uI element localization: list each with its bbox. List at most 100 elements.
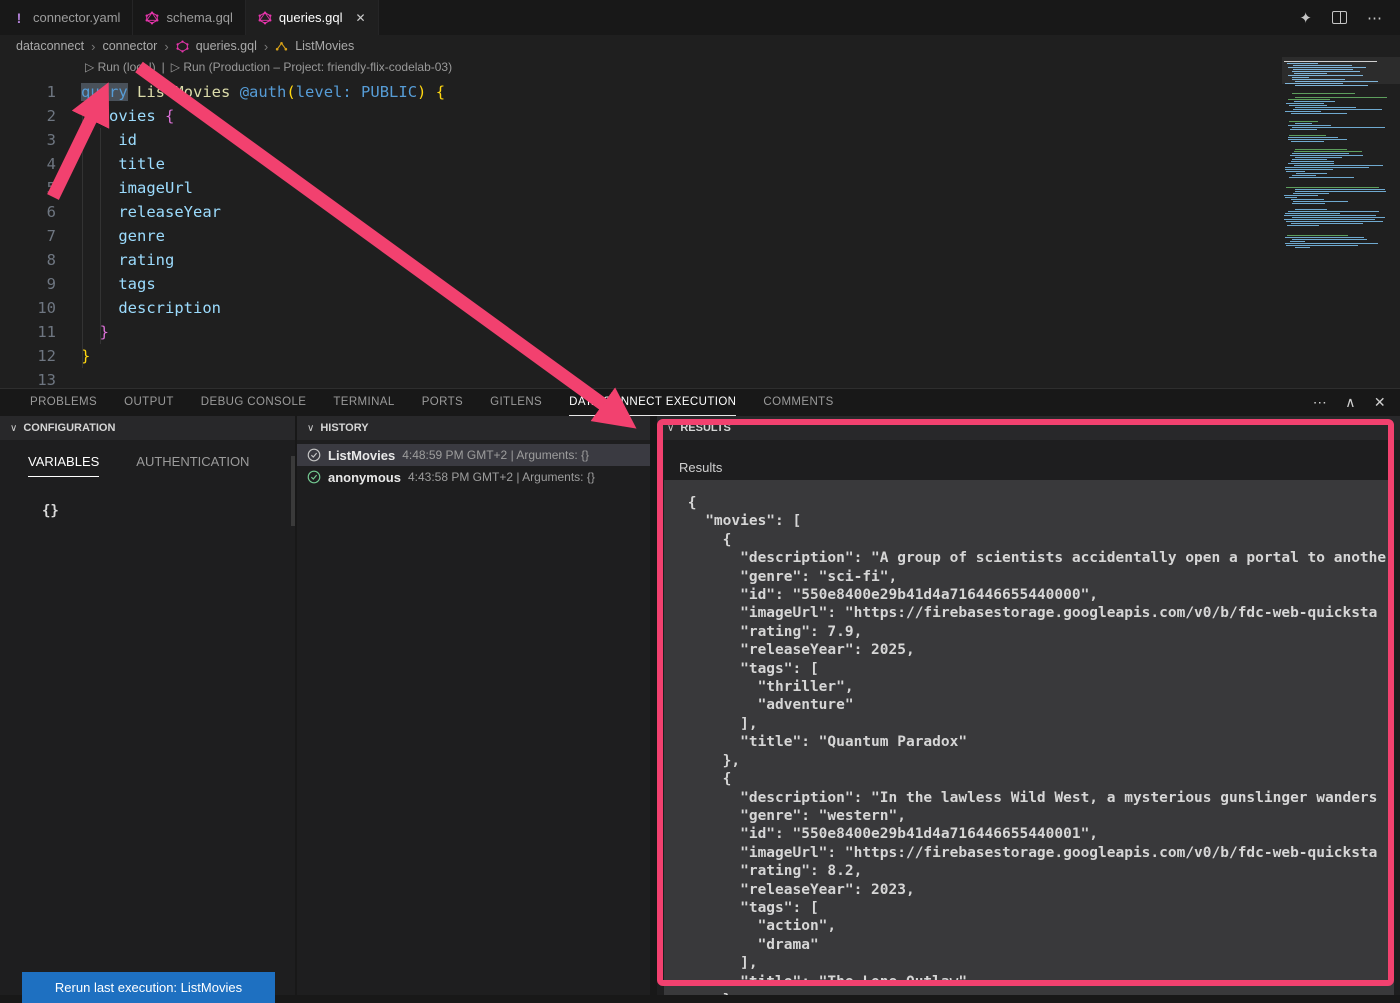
history-item-name: anonymous <box>328 470 401 485</box>
breadcrumb: dataconnect › connector › queries.gql › … <box>0 35 1400 57</box>
more-actions-icon[interactable]: ⋯ <box>1367 9 1382 27</box>
graphql-operation-icon <box>275 40 288 53</box>
breadcrumb-item-connector[interactable]: connector <box>102 39 157 53</box>
indent-guide <box>100 128 101 344</box>
line-number[interactable]: 1 <box>0 80 56 104</box>
code-line-6[interactable]: 6 releaseYear <box>0 200 1280 224</box>
check-circle-icon <box>307 470 321 484</box>
results-json-output[interactable]: { "movies": [ { "description": "A group … <box>664 480 1394 995</box>
check-circle-icon <box>307 448 321 462</box>
code-line-9[interactable]: 9 tags <box>0 272 1280 296</box>
run-production-link[interactable]: ▷ Run (Production – Project: friendly-fl… <box>171 60 452 74</box>
panel-tab-output[interactable]: OUTPUT <box>124 389 174 416</box>
code-line-12[interactable]: 12} <box>0 344 1280 368</box>
panel-tab-terminal[interactable]: TERMINAL <box>333 389 394 416</box>
panel-tab-debug-console[interactable]: DEBUG CONSOLE <box>201 389 307 416</box>
history-item-meta: 4:48:59 PM GMT+2 | Arguments: {} <box>402 448 589 462</box>
split-editor-icon[interactable] <box>1332 11 1347 24</box>
run-icon: ▷ <box>85 60 94 74</box>
panel-tab-gitlens[interactable]: GITLENS <box>490 389 542 416</box>
results-header[interactable]: ∨ RESULTS <box>657 416 1400 440</box>
history-item-anonymous[interactable]: anonymous 4:43:58 PM GMT+2 | Arguments: … <box>297 466 650 488</box>
line-number[interactable]: 7 <box>0 224 56 248</box>
line-number[interactable]: 12 <box>0 344 56 368</box>
panel-tab-data-connect-execution[interactable]: DATA CONNECT EXECUTION <box>569 389 736 416</box>
code-editor[interactable]: ▷ Run (local) | ▷ Run (Production – Proj… <box>0 57 1400 388</box>
line-number[interactable]: 4 <box>0 152 56 176</box>
yaml-warning-icon: ! <box>12 10 26 26</box>
line-number[interactable]: 11 <box>0 320 56 344</box>
line-number[interactable]: 13 <box>0 368 56 388</box>
line-number[interactable]: 6 <box>0 200 56 224</box>
tab-schema-gql[interactable]: schema.gql <box>133 0 245 35</box>
configuration-header[interactable]: ∨ CONFIGURATION <box>0 416 295 440</box>
chevron-right-icon: › <box>164 39 168 54</box>
tab-label: queries.gql <box>279 10 343 25</box>
history-item-name: ListMovies <box>328 448 395 463</box>
code-line-5[interactable]: 5 imageUrl <box>0 176 1280 200</box>
editor-actions: ✦ ⋯ <box>1299 0 1400 35</box>
breadcrumb-item-listmovies[interactable]: ListMovies <box>295 39 354 53</box>
panel-tab-bar: PROBLEMS OUTPUT DEBUG CONSOLE TERMINAL PORTS… <box>0 389 1400 416</box>
results-label: Results <box>679 460 722 475</box>
tab-connector-yaml[interactable]: ! connector.yaml <box>0 0 133 35</box>
chevron-right-icon: › <box>264 39 268 54</box>
graphql-icon <box>145 11 159 25</box>
code-line-8[interactable]: 8 rating <box>0 248 1280 272</box>
codelens-separator: | <box>162 60 165 74</box>
minimap[interactable] <box>1282 57 1400 249</box>
history-item-meta: 4:43:58 PM GMT+2 | Arguments: {} <box>408 470 595 484</box>
panel-actions: ⋯ ∧ ✕ <box>1313 389 1400 416</box>
line-number[interactable]: 10 <box>0 296 56 320</box>
run-local-link[interactable]: ▷ Run (local) <box>85 60 156 74</box>
history-header[interactable]: ∨ HISTORY <box>297 416 650 440</box>
tab-variables[interactable]: VARIABLES <box>28 454 99 477</box>
results-section: ∨ RESULTS Results { "movies": [ { "descr… <box>657 416 1400 995</box>
indent-guide <box>82 104 83 368</box>
sparkle-icon[interactable]: ✦ <box>1299 9 1312 27</box>
run-icon: ▷ <box>171 60 180 74</box>
line-number[interactable]: 9 <box>0 272 56 296</box>
panel-tab-ports[interactable]: PORTS <box>422 389 463 416</box>
bottom-panel: PROBLEMS OUTPUT DEBUG CONSOLE TERMINAL PORTS… <box>0 388 1400 995</box>
rerun-last-execution-button[interactable]: Rerun last execution: ListMovies <box>22 972 275 1003</box>
chevron-down-icon: ∨ <box>667 423 674 434</box>
graphql-icon <box>258 11 272 25</box>
line-number[interactable]: 2 <box>0 104 56 128</box>
line-number[interactable]: 5 <box>0 176 56 200</box>
breadcrumb-item-dataconnect[interactable]: dataconnect <box>16 39 84 53</box>
tab-authentication[interactable]: AUTHENTICATION <box>136 454 249 477</box>
chevron-down-icon: ∨ <box>307 423 314 434</box>
panel-maximize-icon[interactable]: ∧ <box>1345 394 1356 411</box>
code-line-2[interactable]: 2 movies { <box>0 104 1280 128</box>
tab-label: schema.gql <box>166 10 232 25</box>
close-tab-icon[interactable]: ✕ <box>356 11 366 25</box>
line-number[interactable]: 3 <box>0 128 56 152</box>
scrollbar[interactable] <box>291 456 295 526</box>
history-item-listmovies[interactable]: ListMovies 4:48:59 PM GMT+2 | Arguments:… <box>297 444 650 466</box>
code-line-1[interactable]: 1query ListMovies @auth(level: PUBLIC) { <box>0 80 1280 104</box>
panel-tab-problems[interactable]: PROBLEMS <box>30 389 97 416</box>
code-line-11[interactable]: 11 } <box>0 320 1280 344</box>
codelens-row: ▷ Run (local) | ▷ Run (Production – Proj… <box>85 60 452 74</box>
panel-close-icon[interactable]: ✕ <box>1374 394 1386 411</box>
panel-more-icon[interactable]: ⋯ <box>1313 394 1327 411</box>
line-number[interactable]: 8 <box>0 248 56 272</box>
tab-queries-gql[interactable]: queries.gql ✕ <box>246 0 379 35</box>
code-line-10[interactable]: 10 description <box>0 296 1280 320</box>
panel-tab-comments[interactable]: COMMENTS <box>763 389 833 416</box>
data-connect-execution-view: ∨ CONFIGURATION VARIABLES AUTHENTICATION… <box>0 416 1400 995</box>
code-line-7[interactable]: 7 genre <box>0 224 1280 248</box>
graphql-icon <box>176 40 189 53</box>
variables-value[interactable]: {} <box>42 503 295 519</box>
history-list: ListMovies 4:48:59 PM GMT+2 | Arguments:… <box>297 440 650 488</box>
code-line-4[interactable]: 4 title <box>0 152 1280 176</box>
history-section: ∨ HISTORY ListMovies 4:48:59 PM GMT+2 | … <box>297 416 650 995</box>
breadcrumb-item-queries-gql[interactable]: queries.gql <box>196 39 257 53</box>
configuration-section: ∨ CONFIGURATION VARIABLES AUTHENTICATION… <box>0 416 295 995</box>
configuration-tabs: VARIABLES AUTHENTICATION <box>0 440 295 477</box>
editor-tab-bar: ! connector.yaml schema.gql queries.gql … <box>0 0 1400 35</box>
code-line-3[interactable]: 3 id <box>0 128 1280 152</box>
chevron-right-icon: › <box>91 39 95 54</box>
code-line-13[interactable]: 13 <box>0 368 1280 388</box>
